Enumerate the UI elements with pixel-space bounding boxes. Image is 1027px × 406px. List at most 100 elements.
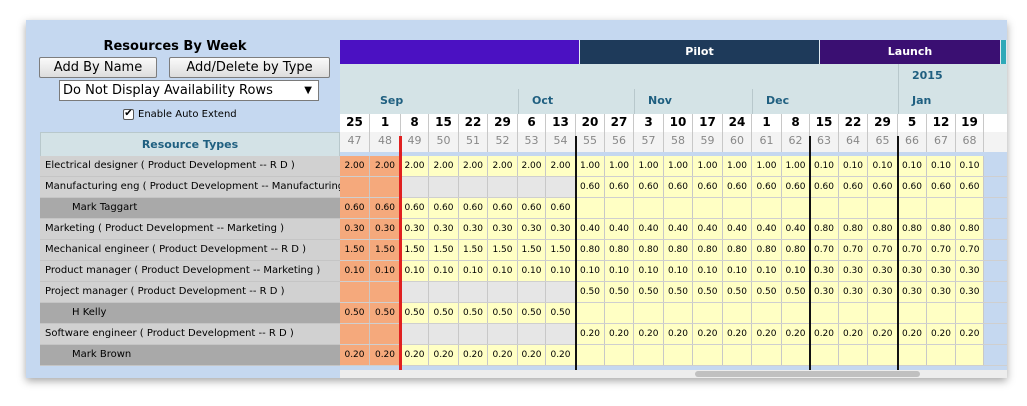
- allocation-cell[interactable]: 0.40: [664, 219, 693, 239]
- allocation-cell[interactable]: [664, 345, 693, 365]
- allocation-cell[interactable]: [927, 345, 956, 365]
- allocation-cell[interactable]: 0.50: [693, 282, 723, 302]
- allocation-cell[interactable]: [605, 345, 634, 365]
- allocation-cell[interactable]: 0.40: [693, 219, 723, 239]
- allocation-cell[interactable]: 1.00: [723, 156, 752, 176]
- allocation-cell[interactable]: 0.20: [956, 324, 984, 344]
- allocation-cell[interactable]: 0.10: [488, 261, 518, 281]
- allocation-cell[interactable]: 0.70: [927, 240, 956, 260]
- allocation-cell[interactable]: 0.20: [752, 324, 782, 344]
- allocation-cell[interactable]: [782, 345, 810, 365]
- allocation-cell[interactable]: 0.60: [752, 177, 782, 197]
- allocation-cell[interactable]: 0.30: [401, 219, 429, 239]
- allocation-cell[interactable]: [868, 345, 898, 365]
- allocation-cell[interactable]: [429, 282, 459, 302]
- phase-unnamed[interactable]: [340, 40, 580, 64]
- allocation-cell[interactable]: [340, 324, 370, 344]
- allocation-cell[interactable]: [782, 198, 810, 218]
- allocation-cell[interactable]: [488, 177, 518, 197]
- allocation-cell[interactable]: [634, 345, 664, 365]
- allocation-cell[interactable]: [956, 345, 984, 365]
- allocation-cell[interactable]: 0.50: [429, 303, 459, 323]
- allocation-cell[interactable]: [868, 198, 898, 218]
- allocation-cell[interactable]: 0.10: [868, 156, 898, 176]
- allocation-cell[interactable]: 1.50: [340, 240, 370, 260]
- allocation-cell[interactable]: [634, 303, 664, 323]
- resource-types-header[interactable]: Resource Types: [40, 132, 340, 157]
- allocation-cell[interactable]: 0.60: [370, 198, 401, 218]
- phase-pilot[interactable]: Pilot: [580, 40, 820, 64]
- allocation-cell[interactable]: 0.80: [898, 219, 927, 239]
- allocation-cell[interactable]: [752, 303, 782, 323]
- allocation-cell[interactable]: 1.50: [546, 240, 576, 260]
- allocation-cell[interactable]: 0.30: [898, 282, 927, 302]
- allocation-cell[interactable]: 0.20: [488, 345, 518, 365]
- allocation-cell[interactable]: [340, 177, 370, 197]
- allocation-cell[interactable]: 0.60: [401, 198, 429, 218]
- allocation-cell[interactable]: 0.10: [752, 261, 782, 281]
- scrollbar-thumb[interactable]: [695, 371, 920, 377]
- allocation-cell[interactable]: [927, 198, 956, 218]
- allocation-cell[interactable]: 0.50: [459, 303, 488, 323]
- allocation-cell[interactable]: [605, 303, 634, 323]
- allocation-cell[interactable]: 0.10: [782, 261, 810, 281]
- allocation-cell[interactable]: [810, 198, 839, 218]
- person-row-label[interactable]: H Kelly: [40, 303, 340, 324]
- allocation-cell[interactable]: [340, 282, 370, 302]
- allocation-cell[interactable]: 1.50: [370, 240, 401, 260]
- allocation-cell[interactable]: 0.10: [370, 261, 401, 281]
- allocation-cell[interactable]: 0.10: [576, 261, 605, 281]
- allocation-cell[interactable]: 0.70: [868, 240, 898, 260]
- allocation-cell[interactable]: 0.30: [839, 261, 868, 281]
- allocation-cell[interactable]: [723, 198, 752, 218]
- allocation-cell[interactable]: 0.20: [429, 345, 459, 365]
- resource-type-label[interactable]: Electrical designer ( Product Developmen…: [40, 156, 340, 177]
- allocation-cell[interactable]: 0.50: [576, 282, 605, 302]
- allocation-cell[interactable]: 0.10: [401, 261, 429, 281]
- allocation-cell[interactable]: 0.30: [810, 261, 839, 281]
- allocation-cell[interactable]: 0.60: [605, 177, 634, 197]
- allocation-cell[interactable]: 0.10: [839, 156, 868, 176]
- resource-type-label[interactable]: Project manager ( Product Development --…: [40, 282, 340, 303]
- allocation-cell[interactable]: 0.10: [459, 261, 488, 281]
- allocation-cell[interactable]: 0.50: [634, 282, 664, 302]
- add-by-name-button[interactable]: Add By Name: [39, 57, 157, 78]
- allocation-cell[interactable]: [898, 198, 927, 218]
- allocation-cell[interactable]: 0.80: [956, 219, 984, 239]
- allocation-cell[interactable]: 0.60: [782, 177, 810, 197]
- allocation-cell[interactable]: 0.60: [810, 177, 839, 197]
- allocation-cell[interactable]: 0.30: [868, 261, 898, 281]
- allocation-cell[interactable]: [693, 345, 723, 365]
- allocation-cell[interactable]: 0.50: [401, 303, 429, 323]
- allocation-cell[interactable]: 0.20: [839, 324, 868, 344]
- allocation-cell[interactable]: 0.20: [810, 324, 839, 344]
- allocation-cell[interactable]: 0.30: [868, 282, 898, 302]
- allocation-cell[interactable]: 0.60: [723, 177, 752, 197]
- allocation-cell[interactable]: [810, 345, 839, 365]
- allocation-cell[interactable]: 0.10: [518, 261, 546, 281]
- allocation-cell[interactable]: 0.60: [956, 177, 984, 197]
- allocation-cell[interactable]: [664, 303, 693, 323]
- allocation-cell[interactable]: 0.50: [782, 282, 810, 302]
- allocation-cell[interactable]: 0.30: [927, 261, 956, 281]
- allocation-cell[interactable]: 0.10: [956, 156, 984, 176]
- allocation-cell[interactable]: [898, 303, 927, 323]
- allocation-cell[interactable]: 0.10: [605, 261, 634, 281]
- allocation-cell[interactable]: [518, 177, 546, 197]
- allocation-cell[interactable]: 1.00: [752, 156, 782, 176]
- allocation-cell[interactable]: [518, 282, 546, 302]
- allocation-cell[interactable]: 0.70: [956, 240, 984, 260]
- allocation-cell[interactable]: [898, 345, 927, 365]
- allocation-cell[interactable]: [956, 198, 984, 218]
- allocation-cell[interactable]: 0.50: [518, 303, 546, 323]
- allocation-cell[interactable]: 0.60: [546, 198, 576, 218]
- resource-type-label[interactable]: Mechanical engineer ( Product Developmen…: [40, 240, 340, 261]
- allocation-cell[interactable]: 1.50: [488, 240, 518, 260]
- allocation-cell[interactable]: 0.20: [576, 324, 605, 344]
- allocation-cell[interactable]: 1.00: [576, 156, 605, 176]
- allocation-cell[interactable]: [634, 198, 664, 218]
- allocation-cell[interactable]: 1.00: [782, 156, 810, 176]
- allocation-cell[interactable]: 0.30: [927, 282, 956, 302]
- allocation-cell[interactable]: [401, 324, 429, 344]
- allocation-cell[interactable]: 2.00: [518, 156, 546, 176]
